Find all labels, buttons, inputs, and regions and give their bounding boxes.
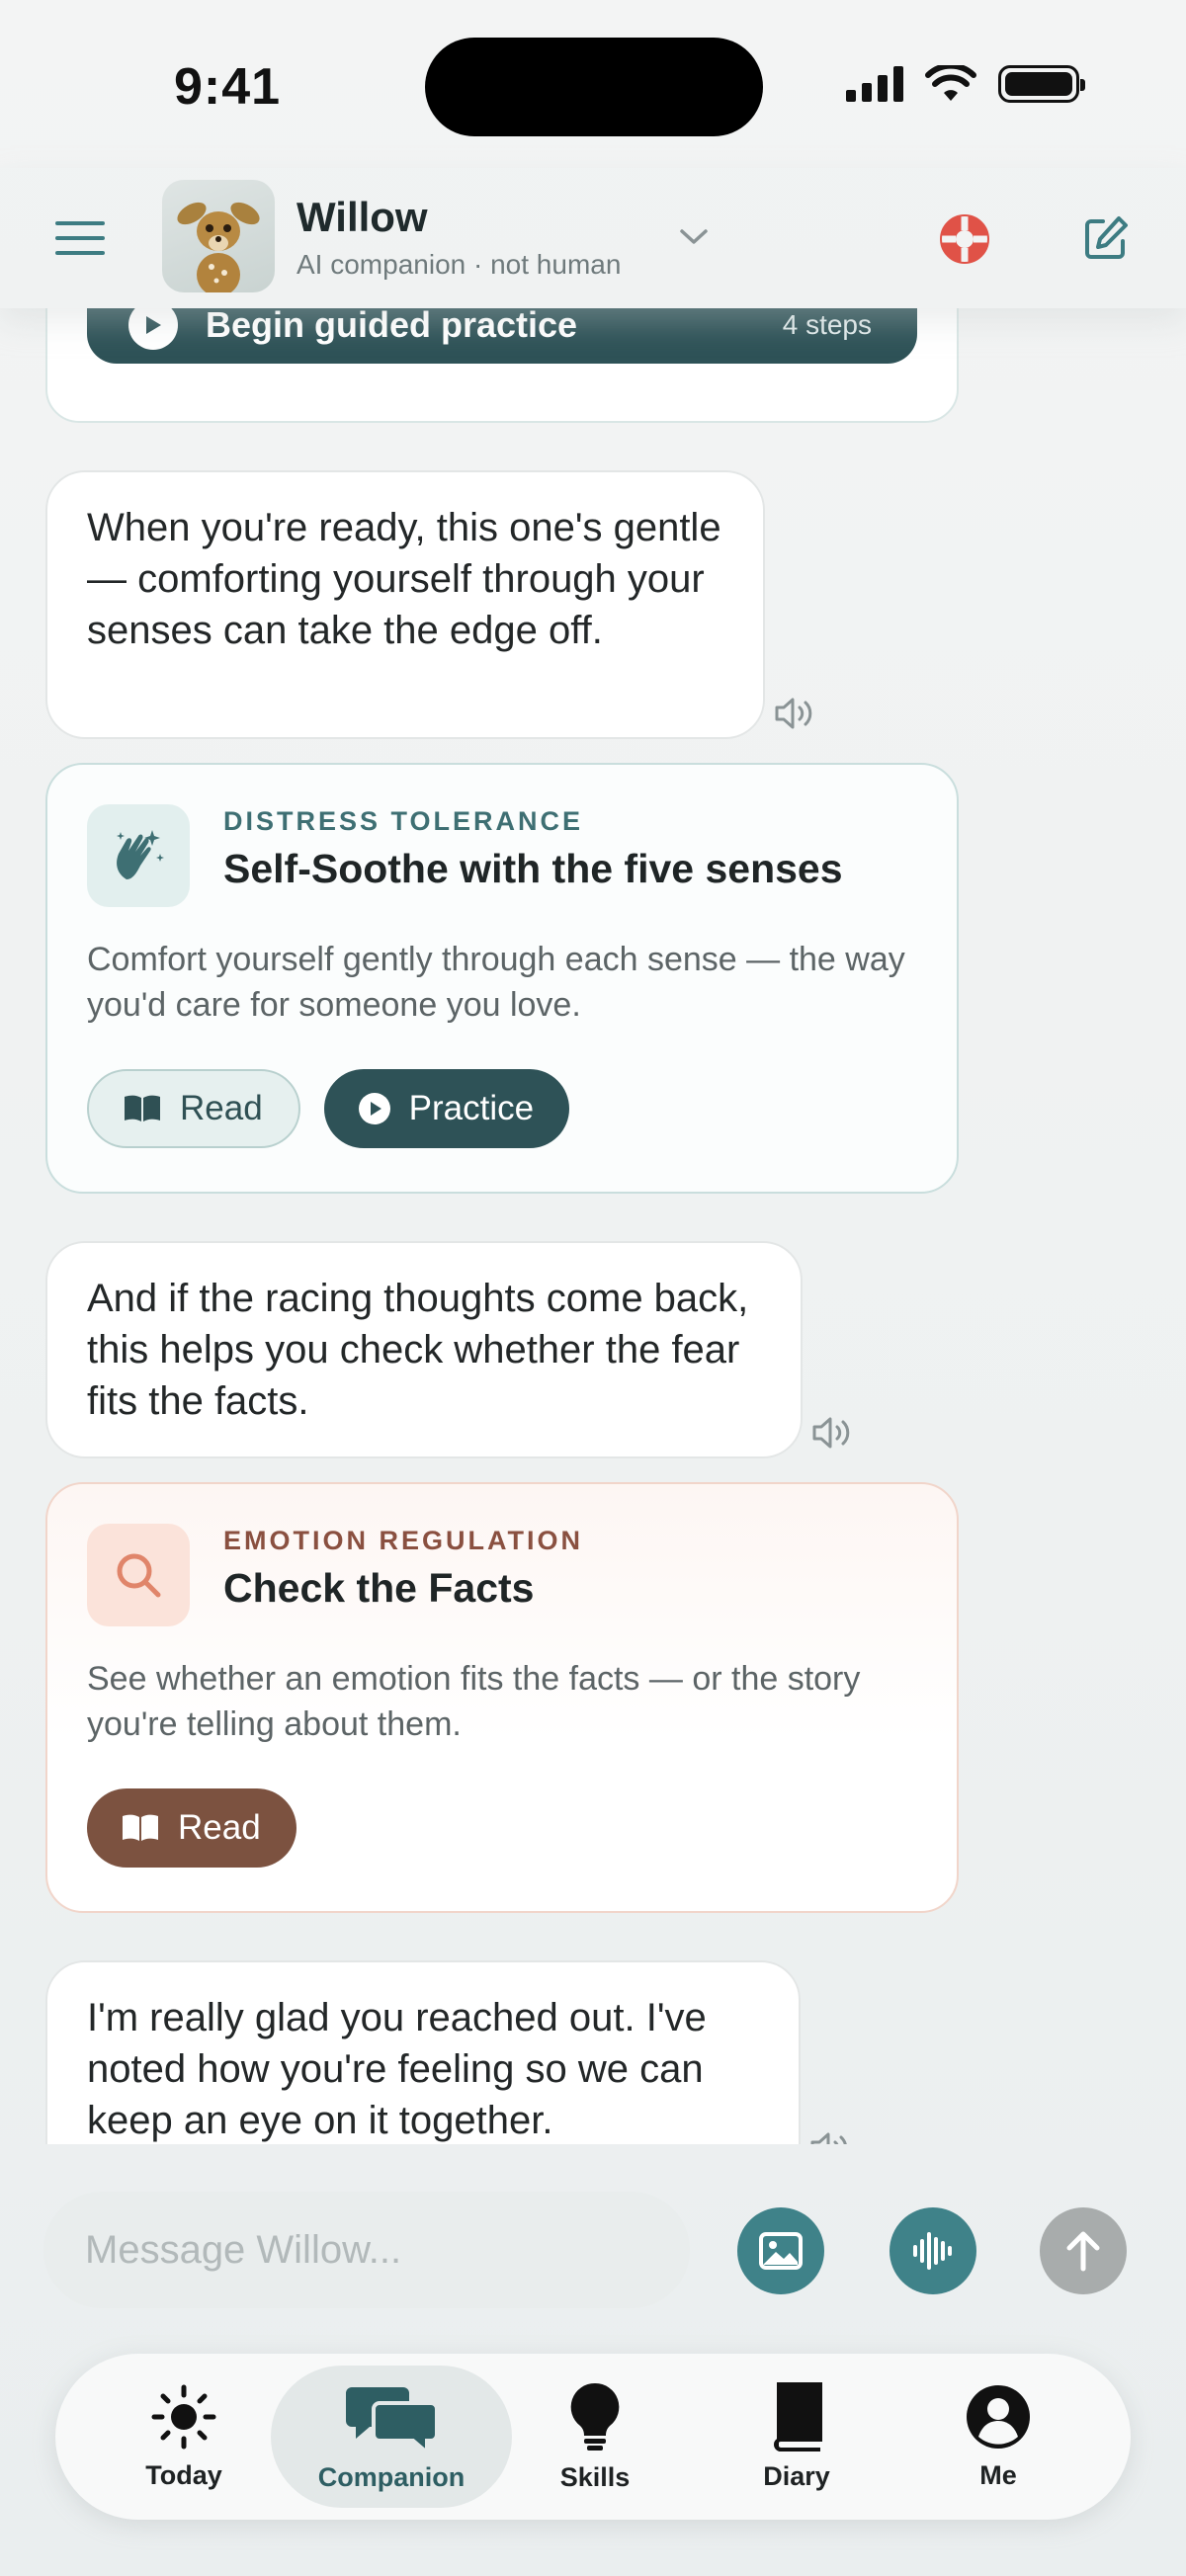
wifi-icon <box>925 65 976 101</box>
chevron-down-icon[interactable] <box>676 221 712 251</box>
read-label: Read <box>178 1808 261 1847</box>
lightbulb-icon <box>570 2382 620 2451</box>
skill-title: Check the Facts <box>223 1565 535 1611</box>
voice-input-button[interactable] <box>890 2207 976 2294</box>
status-time: 9:41 <box>174 58 282 116</box>
skill-actions: Read Practice <box>87 1069 570 1148</box>
tab-me[interactable]: Me <box>909 2366 1087 2508</box>
tab-label: Companion <box>317 2461 466 2492</box>
steps-count: 4 steps <box>782 309 872 340</box>
lifebuoy-icon[interactable] <box>939 213 990 265</box>
search-icon <box>87 1524 190 1626</box>
skill-description: Comfort yourself gently through each sen… <box>87 941 905 1024</box>
status-bar: 9:41 <box>0 0 1186 168</box>
person-icon <box>967 2384 1030 2449</box>
arrow-up-icon <box>1066 2231 1100 2272</box>
chat-bubbles-icon <box>346 2386 437 2452</box>
battery-icon <box>998 65 1085 103</box>
send-button[interactable] <box>1040 2207 1127 2294</box>
message-text: And if the racing thoughts come back, th… <box>87 1277 749 1423</box>
previous-skill-card: Begin guided practice 4 steps <box>45 308 959 423</box>
assistant-message: When you're ready, this one's gentle — c… <box>45 470 765 739</box>
play-icon <box>128 308 178 350</box>
status-icons <box>846 65 1085 103</box>
skill-description: See whether an emotion fits the facts — … <box>87 1660 861 1743</box>
tab-skills[interactable]: Skills <box>506 2366 684 2508</box>
message-text: I'm really glad you reached out. I've no… <box>87 1996 707 2142</box>
waveform-icon <box>913 2232 952 2270</box>
avatar[interactable] <box>162 180 275 292</box>
dynamic-island <box>425 38 763 136</box>
guided-practice-label: Begin guided practice <box>206 308 578 345</box>
skill-card-check-the-facts[interactable]: EMOTION REGULATION Check the Facts See w… <box>45 1482 959 1913</box>
begin-guided-practice-button[interactable]: Begin guided practice 4 steps <box>87 308 917 364</box>
hands-sparkle-icon <box>87 804 190 907</box>
message-text: When you're ready, this one's gentle — c… <box>87 506 721 652</box>
tab-label: Me <box>979 2459 1017 2490</box>
menu-button[interactable] <box>55 221 105 255</box>
read-button[interactable]: Read <box>87 1069 300 1148</box>
tab-diary[interactable]: Diary <box>708 2366 886 2508</box>
skill-actions: Read <box>87 1788 296 1868</box>
skill-category: DISTRESS TOLERANCE <box>223 806 584 836</box>
speaker-icon[interactable] <box>773 694 816 733</box>
sun-icon <box>151 2384 216 2449</box>
speaker-icon[interactable] <box>808 2128 852 2144</box>
skill-card-self-soothe[interactable]: DISTRESS TOLERANCE Self-Soothe with the … <box>45 763 959 1194</box>
assistant-message: And if the racing thoughts come back, th… <box>45 1241 803 1458</box>
compose-icon[interactable] <box>1081 213 1131 263</box>
tab-today[interactable]: Today <box>95 2366 273 2508</box>
book-open-icon <box>125 1095 160 1122</box>
book-open-icon <box>123 1814 158 1841</box>
speaker-icon[interactable] <box>810 1413 854 1453</box>
chat-header: Willow AI companion · not human <box>0 168 1186 308</box>
attach-image-button[interactable] <box>737 2207 824 2294</box>
companion-name: Willow <box>296 194 428 240</box>
chat-thread[interactable]: Begin guided practice 4 steps When you'r… <box>0 308 1186 2144</box>
skill-title: Self-Soothe with the five senses <box>223 846 843 891</box>
tab-companion[interactable]: Companion <box>271 2366 512 2508</box>
tab-bar: Today Companion Skills Diary Me <box>55 2354 1131 2520</box>
tab-label: Diary <box>763 2460 830 2491</box>
message-input[interactable] <box>43 2192 690 2308</box>
practice-button[interactable]: Practice <box>323 1069 570 1148</box>
skill-category: EMOTION REGULATION <box>223 1526 583 1555</box>
assistant-message: I'm really glad you reached out. I've no… <box>45 1960 801 2144</box>
read-button[interactable]: Read <box>87 1788 296 1868</box>
fawn-avatar-icon <box>177 202 260 292</box>
read-label: Read <box>180 1089 263 1127</box>
book-icon <box>774 2381 822 2451</box>
tab-label: Skills <box>559 2461 631 2492</box>
tab-label: Today <box>145 2459 222 2490</box>
signal-icon <box>846 66 903 102</box>
image-icon <box>759 2232 803 2270</box>
practice-label: Practice <box>408 1089 535 1127</box>
play-circle-icon <box>358 1093 390 1124</box>
companion-subtitle: AI companion · not human <box>296 249 622 280</box>
